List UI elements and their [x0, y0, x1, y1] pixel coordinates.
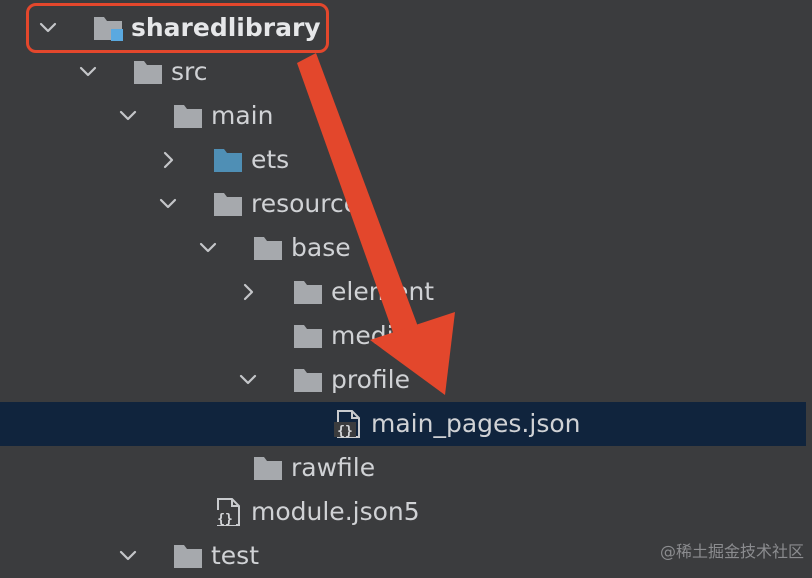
tree-item-label: rawfile: [291, 453, 376, 482]
tree-item-label: main_pages.json: [371, 409, 581, 438]
folder-icon: [132, 57, 164, 87]
tree-row-main[interactable]: main: [0, 94, 806, 138]
svg-text:{}: {}: [217, 512, 233, 527]
annotation-highlight-box: [26, 3, 329, 53]
tree-item-label: main: [211, 101, 274, 130]
tree-row-rawfile[interactable]: rawfile: [0, 446, 806, 490]
tree-row-module-json5[interactable]: {} module.json5: [0, 490, 806, 534]
folder-icon: [292, 321, 324, 351]
folder-icon: [292, 365, 324, 395]
folder-icon: [172, 541, 204, 571]
project-tree: sharedlibrary src main ets resources base elem…: [0, 0, 812, 570]
tree-item-label: test: [211, 541, 260, 570]
tree-row-profile[interactable]: profile: [0, 358, 806, 402]
tree-row-ets[interactable]: ets: [0, 138, 806, 182]
chevron-down-icon[interactable]: [194, 226, 222, 270]
chevron-right-icon[interactable]: [234, 270, 262, 314]
chevron-right-icon[interactable]: [154, 138, 182, 182]
tree-item-label: ets: [251, 145, 290, 174]
chevron-down-icon[interactable]: [114, 534, 142, 578]
folder-icon: [292, 277, 324, 307]
tree-row-base[interactable]: base: [0, 226, 806, 270]
watermark: @稀土掘金技术社区: [659, 542, 804, 561]
tree-row-element[interactable]: element: [0, 270, 806, 314]
tree-item-label: base: [291, 233, 351, 262]
tree-row-resources[interactable]: resources: [0, 182, 806, 226]
tree-row-src[interactable]: src: [0, 50, 806, 94]
folder-icon: [212, 189, 244, 219]
chevron-down-icon[interactable]: [114, 94, 142, 138]
chevron-down-icon[interactable]: [234, 358, 262, 402]
folder-icon: [252, 453, 284, 483]
json-file-icon: {}: [332, 409, 364, 439]
folder-icon: [172, 101, 204, 131]
svg-text:{}: {}: [337, 424, 353, 439]
tree-item-label: resources: [251, 189, 373, 218]
folder-icon: [252, 233, 284, 263]
json-file-icon: {}: [212, 497, 244, 527]
chevron-down-icon[interactable]: [74, 50, 102, 94]
source-folder-icon: [212, 145, 244, 175]
tree-item-label: profile: [331, 365, 410, 394]
chevron-down-icon[interactable]: [154, 182, 182, 226]
tree-item-label: module.json5: [251, 497, 420, 526]
tree-item-label: src: [171, 57, 208, 86]
tree-item-label: element: [331, 277, 435, 306]
tree-row-main-pages-json[interactable]: {} main_pages.json: [0, 402, 806, 446]
tree-row-media[interactable]: media: [0, 314, 806, 358]
tree-item-label: media: [331, 321, 409, 350]
